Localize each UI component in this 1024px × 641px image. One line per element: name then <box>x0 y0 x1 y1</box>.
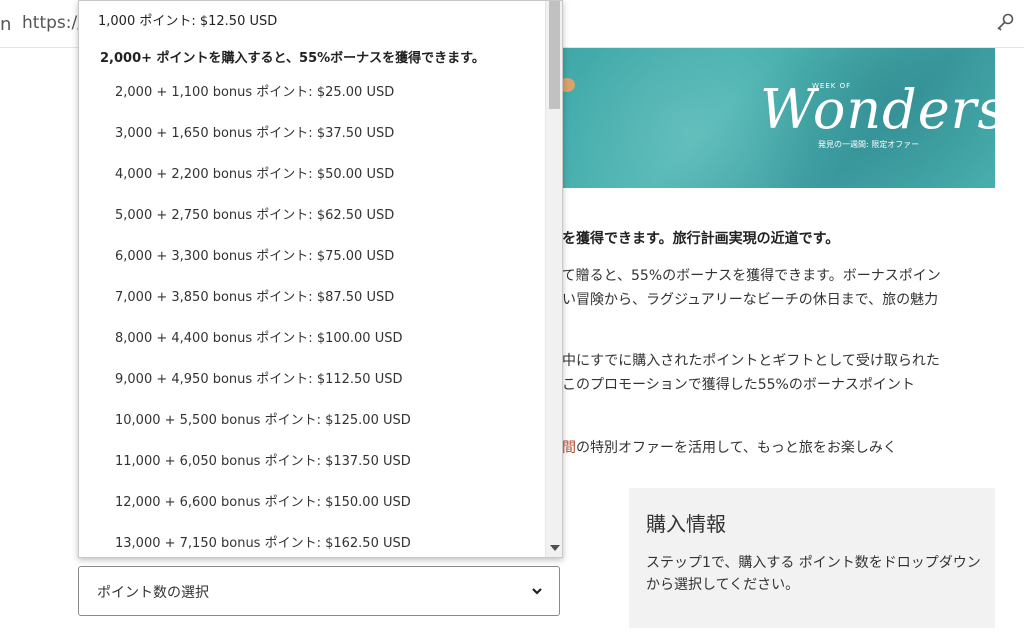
dropdown-option[interactable]: 13,000 + 7,150 bonus ポイント: $162.50 USD <box>115 532 411 551</box>
dropdown-option[interactable]: 4,000 + 2,200 bonus ポイント: $50.00 USD <box>115 163 394 182</box>
dropdown-scrollbar[interactable] <box>545 1 562 557</box>
purchase-info-title: 購入情報 <box>646 512 726 536</box>
paragraph-2-line-1: 年中にすでに購入されたポイントとギフトとして受け取られた <box>548 353 940 369</box>
paragraph-2-line-2: 、このプロモーションで獲得した55%のボーナスポイント <box>548 377 915 393</box>
url-text[interactable]: https:// <box>22 13 83 33</box>
page-fragment: n <box>0 14 12 35</box>
paragraph-3: 週間の特別オファーを活用して、もっと旅をお楽しみく <box>548 437 897 457</box>
hero-subtitle: 発見の一週間: 限定オファー <box>818 140 920 149</box>
dropdown-option[interactable]: 8,000 + 4,400 bonus ポイント: $100.00 USD <box>115 327 403 346</box>
points-select[interactable]: ポイント数の選択 <box>78 566 560 616</box>
key-icon[interactable] <box>994 12 1016 34</box>
points-dropdown-list[interactable]: 1,000 ポイント: $12.50 USD 2,000+ ポイントを購入すると… <box>78 0 563 558</box>
purchase-info-panel: 購入情報 ステップ1で、購入する ポイント数をドロップダウンから選択してください… <box>629 488 995 628</box>
dropdown-option[interactable]: 11,000 + 6,050 bonus ポイント: $137.50 USD <box>115 450 411 469</box>
dropdown-option[interactable]: 9,000 + 4,950 bonus ポイント: $112.50 USD <box>115 368 403 387</box>
paragraph-1-line-1: して贈ると、55%のボーナスを獲得できます。ボーナスポイン <box>548 268 941 284</box>
dropdown-option[interactable]: 3,000 + 1,650 bonus ポイント: $37.50 USD <box>115 122 394 141</box>
dropdown-option[interactable]: 2,000 + 1,100 bonus ポイント: $25.00 USD <box>115 81 394 100</box>
dropdown-group-header: 2,000+ ポイントを購入すると、55%ボーナスを獲得できます。 <box>100 51 485 66</box>
dropdown-option[interactable]: 7,000 + 3,850 bonus ポイント: $87.50 USD <box>115 286 394 305</box>
promo-headline: スを獲得できます。旅行計画実現の近道です。 <box>548 231 840 247</box>
hero-wonders-text: Wonders <box>760 78 1007 141</box>
paragraph-1-line-2: ない冒険から、ラグジュアリーなビーチの休日まで、旅の魅力 <box>548 292 939 308</box>
scrollbar-thumb[interactable] <box>549 1 560 109</box>
dropdown-option[interactable]: 12,000 + 6,600 bonus ポイント: $150.00 USD <box>115 491 411 510</box>
scroll-down-arrow-icon[interactable] <box>550 545 560 551</box>
chevron-down-icon <box>532 588 542 595</box>
dropdown-option[interactable]: 6,000 + 3,300 bonus ポイント: $75.00 USD <box>115 245 394 264</box>
dropdown-option[interactable]: 5,000 + 2,750 bonus ポイント: $62.50 USD <box>115 204 394 223</box>
hero-week-of-text: WEEK OF <box>812 82 852 90</box>
paragraph-3-text: の特別オファーを活用して、もっと旅をお楽しみく <box>576 440 897 456</box>
dropdown-option[interactable]: 10,000 + 5,500 bonus ポイント: $125.00 USD <box>115 409 411 428</box>
dropdown-option[interactable]: 1,000 ポイント: $12.50 USD <box>98 10 277 29</box>
purchase-info-body: ステップ1で、購入する ポイント数をドロップダウンから選択してください。 <box>646 555 981 593</box>
points-select-label: ポイント数の選択 <box>97 585 209 601</box>
